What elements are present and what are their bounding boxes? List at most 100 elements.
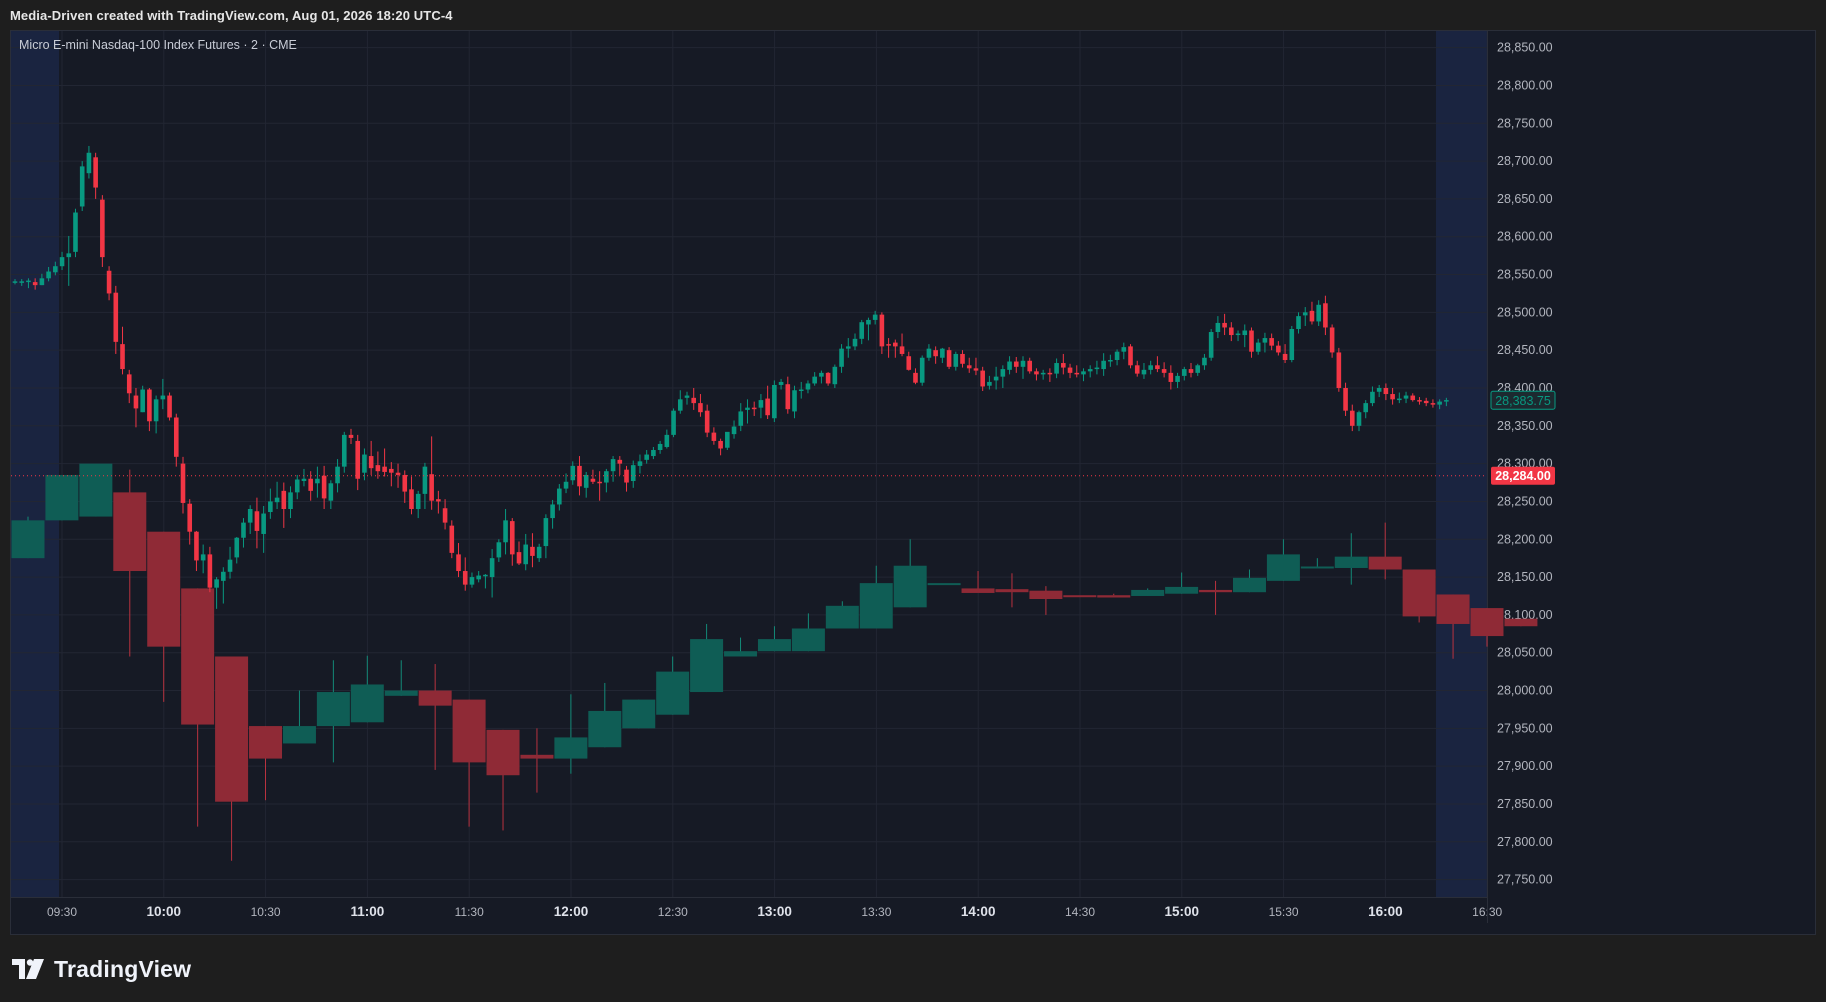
candle-2m-body xyxy=(1094,367,1100,370)
candle-2m-body xyxy=(772,384,777,419)
candle-15m-body xyxy=(1063,595,1097,598)
candle-2m-body xyxy=(852,338,858,347)
candle-2m-body xyxy=(1034,371,1039,375)
candle-2m-body xyxy=(187,503,193,532)
candle-2m-body xyxy=(745,407,750,410)
candle-2m-body xyxy=(677,399,683,411)
candle-2m-body xyxy=(1296,316,1301,329)
candle-2m-body xyxy=(765,398,770,416)
symbol-legend[interactable]: Micro E-mini Nasdaq-100 Index Futures · … xyxy=(19,36,297,54)
candle-2m-body xyxy=(1161,369,1167,373)
candle-2m-body xyxy=(113,292,119,342)
x-tick-label: 15:00 xyxy=(1165,904,1200,919)
candle-2m-body xyxy=(126,374,132,394)
candle-2m-body xyxy=(960,353,965,364)
candle-2m-body xyxy=(1363,403,1369,413)
y-tick-label: 28,050.00 xyxy=(1497,646,1553,660)
candle-2m-body xyxy=(1222,322,1227,328)
candle-2m-body xyxy=(684,395,690,398)
candle-2m-body xyxy=(26,280,31,283)
candle-2m-body xyxy=(86,152,92,174)
candle-2m-body xyxy=(489,558,495,578)
candle-2m-body xyxy=(173,417,179,457)
candle-2m-body xyxy=(321,475,327,499)
candle-2m-body xyxy=(375,465,381,472)
chart-pane[interactable]: 27,750.00 27,800.00 27,850.00 27,900.00 27,9… xyxy=(10,30,1816,935)
candle-15m-body xyxy=(1199,589,1233,593)
candlestick-chart[interactable]: 27,750.00 27,800.00 27,850.00 27,900.00 27,9… xyxy=(11,31,1815,934)
candle-2m-body xyxy=(133,395,139,409)
y-tick-label: 28,450.00 xyxy=(1497,343,1553,357)
candle-2m-body xyxy=(241,522,246,538)
candle-2m-body xyxy=(308,478,313,491)
candle-15m-body xyxy=(995,589,1029,593)
candle-2m-body xyxy=(153,399,159,422)
candle-2m-body xyxy=(1141,369,1147,375)
candle-2m-body xyxy=(1181,369,1187,376)
candle-2m-body xyxy=(1316,304,1321,322)
candle-2m-body xyxy=(899,346,905,354)
candle-2m-body xyxy=(523,544,529,565)
candle-2m-body xyxy=(664,434,670,447)
candle-15m-body xyxy=(249,726,283,759)
candle-2m-body xyxy=(39,278,45,286)
candle-15m-body xyxy=(1436,594,1470,624)
candle-2m-body xyxy=(718,440,723,449)
candle-15m-body xyxy=(656,671,690,715)
candle-2m-body xyxy=(1128,346,1133,366)
candle-2m-body xyxy=(100,199,105,258)
candle-2m-body xyxy=(557,488,562,505)
candle-15m-body xyxy=(1131,589,1165,596)
candle-2m-body xyxy=(1148,365,1153,370)
y-tick-label: 27,850.00 xyxy=(1497,797,1553,811)
candle-2m-body xyxy=(1195,365,1201,373)
candle-2m-body xyxy=(1114,351,1120,361)
candle-15m-body xyxy=(147,531,181,647)
candle-2m-body xyxy=(362,454,367,473)
candle-2m-body xyxy=(46,271,51,279)
candle-2m-body xyxy=(550,504,555,519)
candle-2m-body xyxy=(845,346,851,349)
candle-2m-body xyxy=(12,281,18,283)
x-tick-label: 13:30 xyxy=(861,905,891,919)
chart-attribution: Media-Driven created with TradingView.co… xyxy=(10,8,453,23)
candle-2m-body xyxy=(751,407,757,410)
candle-15m-body xyxy=(1097,595,1131,598)
candle-2m-body xyxy=(469,577,475,585)
candle-15m-body xyxy=(622,699,656,729)
candle-2m-body xyxy=(254,511,260,531)
candle-2m-body xyxy=(247,509,253,523)
candle-2m-body xyxy=(462,571,468,585)
candle-2m-body xyxy=(738,411,744,426)
candle-2m-body xyxy=(1276,345,1281,353)
y-tick-label: 28,700.00 xyxy=(1497,154,1553,168)
candle-2m-body xyxy=(1013,361,1019,367)
candle-2m-body xyxy=(341,434,347,467)
x-tick-label: 11:30 xyxy=(455,905,484,919)
candle-2m-body xyxy=(1309,310,1315,322)
candle-2m-body xyxy=(785,384,791,410)
y-tick-label: 27,800.00 xyxy=(1497,835,1553,849)
candle-2m-body xyxy=(194,531,199,561)
candle-15m-body xyxy=(1402,569,1436,617)
candle-2m-body xyxy=(570,465,576,481)
tradingview-logo[interactable]: TradingView xyxy=(12,955,191,983)
candle-2m-body xyxy=(805,383,811,390)
candle-2m-body xyxy=(19,281,25,283)
candle-15m-body xyxy=(859,583,893,629)
candle-15m-body xyxy=(1165,586,1199,594)
y-tick-label: 28,550.00 xyxy=(1497,268,1553,282)
brand-name: TradingView xyxy=(54,955,192,982)
candle-2m-body xyxy=(731,426,737,435)
candle-2m-body xyxy=(698,403,703,413)
candle-2m-body xyxy=(147,389,152,422)
candle-2m-body xyxy=(1390,394,1395,400)
candle-2m-body xyxy=(536,546,542,559)
candle-2m-body xyxy=(214,579,219,588)
candle-15m-body xyxy=(961,588,995,593)
candle-2m-body xyxy=(946,350,952,367)
candle-15m-body xyxy=(418,690,452,706)
candle-2m-body xyxy=(1074,372,1080,375)
y-tick-label: 28,800.00 xyxy=(1497,78,1553,92)
x-tick-label: 15:30 xyxy=(1269,905,1299,919)
